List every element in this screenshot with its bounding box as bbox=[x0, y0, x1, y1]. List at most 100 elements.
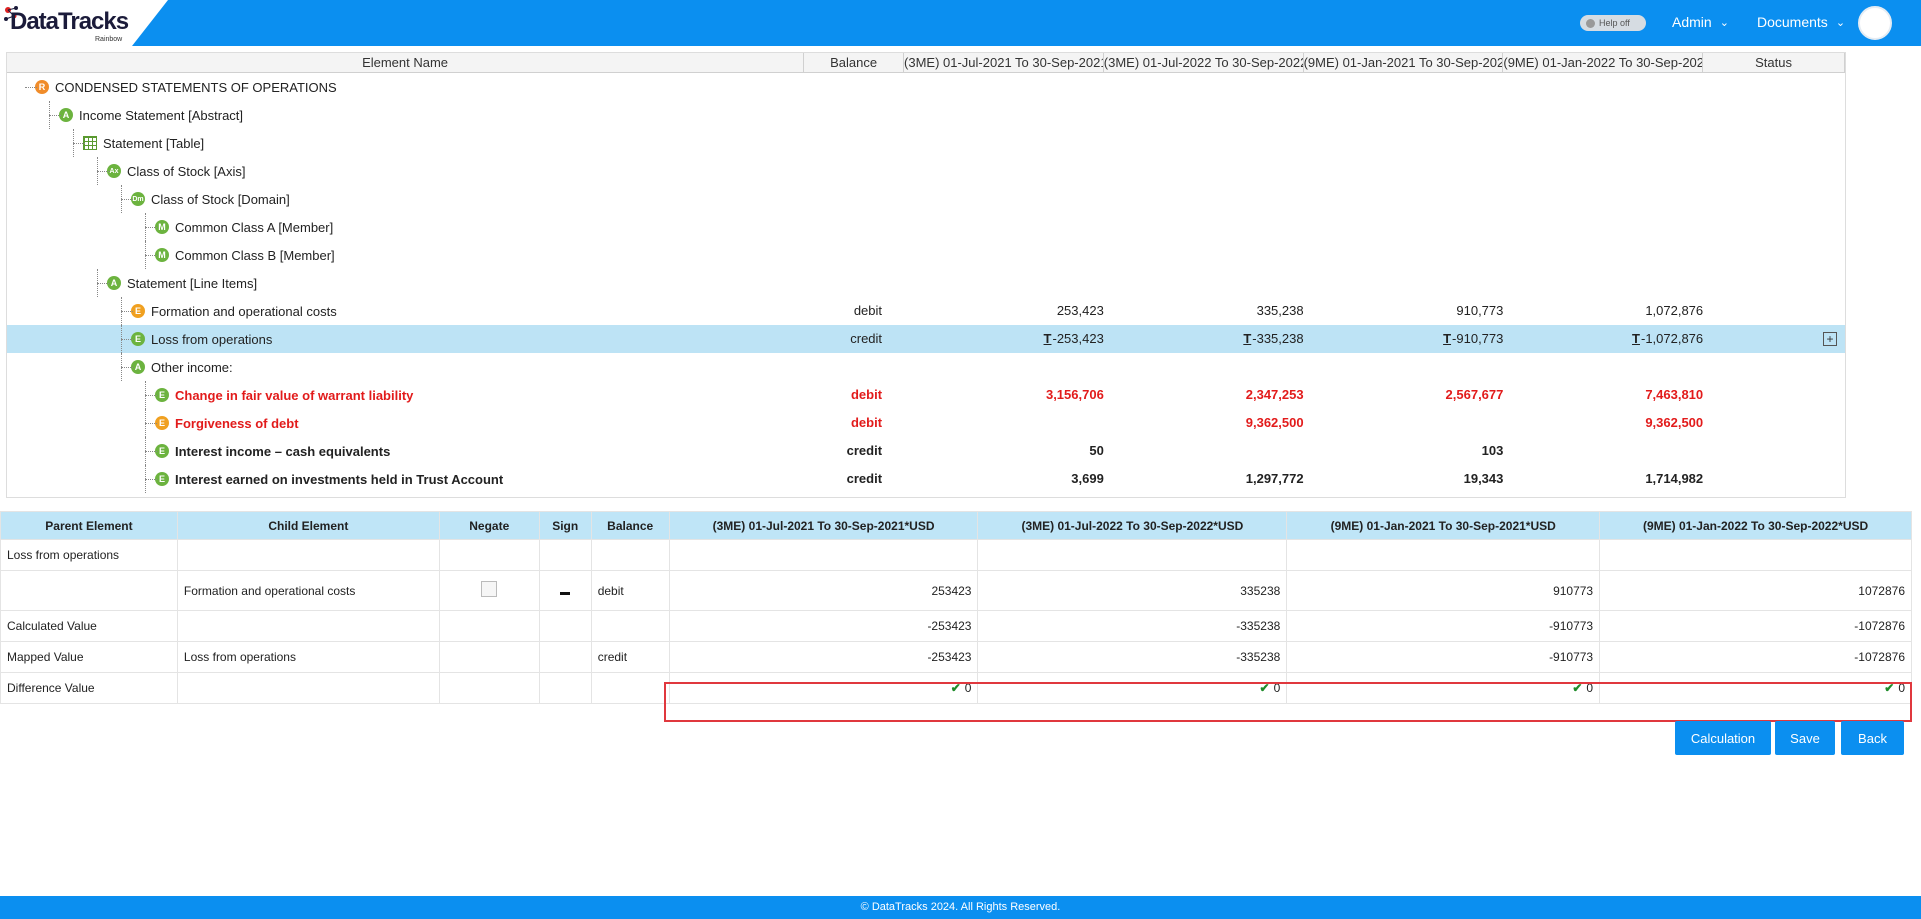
tree-value-cell[interactable]: 19,343 bbox=[1304, 465, 1504, 493]
tree-value-cell[interactable] bbox=[1304, 73, 1504, 101]
tree-value-cell[interactable] bbox=[904, 73, 1104, 101]
tree-value-cell[interactable] bbox=[1304, 157, 1504, 185]
calc-value-cell[interactable]: 335238 bbox=[977, 570, 1288, 611]
tree-value-cell[interactable] bbox=[1503, 269, 1703, 297]
tree-value-cell[interactable] bbox=[1503, 353, 1703, 381]
tree-value-cell[interactable] bbox=[1104, 157, 1304, 185]
tree-row[interactable]: A Statement [Line Items] bbox=[7, 269, 1845, 297]
tree-value-cell[interactable]: 7,463,810 bbox=[1503, 381, 1703, 409]
tree-value-cell[interactable] bbox=[1104, 437, 1304, 465]
tree-value-cell[interactable] bbox=[1503, 129, 1703, 157]
calc-value-cell[interactable]: 1072876 bbox=[1599, 570, 1912, 611]
tree-row[interactable]: E Forgiveness of debt debit 9,362,500 9,362,… bbox=[7, 409, 1845, 437]
help-toggle[interactable]: Help off bbox=[1580, 15, 1646, 31]
tree-value-cell[interactable]: 910,773 bbox=[1304, 297, 1503, 325]
tree-value-cell[interactable] bbox=[1104, 73, 1304, 101]
tree-node-label[interactable]: Common Class A [Member] bbox=[175, 220, 333, 235]
save-button[interactable]: Save bbox=[1775, 721, 1835, 755]
tree-node-label[interactable]: Class of Stock [Domain] bbox=[151, 192, 290, 207]
tree-node-label[interactable]: Class of Stock [Axis] bbox=[127, 164, 245, 179]
tree-row[interactable]: E Interest earned on investments held in … bbox=[7, 465, 1845, 493]
tree-node-label[interactable]: Other income: bbox=[151, 360, 233, 375]
tree-node-label[interactable]: CONDENSED STATEMENTS OF OPERATIONS bbox=[55, 80, 337, 95]
tree-value-cell[interactable] bbox=[1304, 409, 1504, 437]
tree-value-cell[interactable] bbox=[1104, 241, 1304, 269]
tree-col-header[interactable]: (9ME) 01-Jan-2022 To 30-Sep-2022 bbox=[1503, 53, 1704, 72]
tree-node-label[interactable]: Loss from operations bbox=[151, 332, 272, 347]
tree-col-header[interactable]: Status bbox=[1703, 53, 1845, 72]
tree-value-cell[interactable] bbox=[1304, 269, 1504, 297]
tree-row[interactable]: A Income Statement [Abstract] bbox=[7, 101, 1845, 129]
tree-row[interactable]: M Common Class A [Member] bbox=[7, 213, 1845, 241]
expand-plus-icon[interactable]: + bbox=[1823, 332, 1838, 346]
tree-value-cell[interactable] bbox=[1104, 213, 1304, 241]
tree-value-cell[interactable] bbox=[904, 213, 1104, 241]
tree-value-cell[interactable]: 9,362,500 bbox=[1503, 409, 1703, 437]
text-block-icon[interactable]: T bbox=[1443, 331, 1451, 346]
avatar[interactable] bbox=[1858, 6, 1892, 40]
tree-value-cell[interactable] bbox=[904, 409, 1104, 437]
tree-row[interactable]: Dm Class of Stock [Domain] bbox=[7, 185, 1845, 213]
text-block-icon[interactable]: T bbox=[1243, 331, 1251, 346]
tree-node-label[interactable]: Interest earned on investments held in T… bbox=[175, 472, 503, 487]
tree-row[interactable]: Ax Class of Stock [Axis] bbox=[7, 157, 1845, 185]
tree-value-cell[interactable] bbox=[1304, 353, 1504, 381]
tree-value-cell[interactable]: 9,362,500 bbox=[1104, 409, 1304, 437]
tree-value-cell[interactable] bbox=[904, 157, 1104, 185]
tree-value-cell[interactable] bbox=[904, 129, 1104, 157]
tree-value-cell[interactable] bbox=[1503, 185, 1703, 213]
tree-value-cell[interactable]: T-1,072,876 bbox=[1503, 325, 1703, 353]
tree-value-cell[interactable]: T-910,773 bbox=[1304, 325, 1503, 353]
tree-row[interactable]: Statement [Table] bbox=[7, 129, 1845, 157]
tree-col-header[interactable]: (9ME) 01-Jan-2021 To 30-Sep-2021 bbox=[1304, 53, 1504, 72]
tree-row[interactable]: E Interest income – cash equivalents credi… bbox=[7, 437, 1845, 465]
tree-value-cell[interactable] bbox=[1503, 213, 1703, 241]
tree-value-cell[interactable] bbox=[1104, 185, 1304, 213]
tree-value-cell[interactable]: 1,714,982 bbox=[1503, 465, 1703, 493]
tree-value-cell[interactable] bbox=[1104, 269, 1304, 297]
tree-value-cell[interactable]: 2,567,677 bbox=[1304, 381, 1504, 409]
tree-value-cell[interactable]: 253,423 bbox=[904, 297, 1104, 325]
tree-value-cell[interactable]: 3,699 bbox=[904, 465, 1104, 493]
tree-value-cell[interactable] bbox=[1304, 185, 1504, 213]
tree-row[interactable]: A Other income: bbox=[7, 353, 1845, 381]
tree-value-cell[interactable] bbox=[1304, 213, 1504, 241]
tree-col-header[interactable]: (3ME) 01-Jul-2022 To 30-Sep-2022 bbox=[1104, 53, 1304, 72]
tree-value-cell[interactable] bbox=[1104, 353, 1304, 381]
tree-col-header[interactable]: Element Name bbox=[7, 53, 805, 72]
tree-value-cell[interactable] bbox=[904, 269, 1104, 297]
tree-value-cell[interactable]: 50 bbox=[904, 437, 1103, 465]
back-button[interactable]: Back bbox=[1841, 721, 1904, 755]
tree-row[interactable]: E Formation and operational costs debit 253… bbox=[7, 297, 1845, 325]
tree-value-cell[interactable]: 2,347,253 bbox=[1104, 381, 1304, 409]
minus-sign-icon[interactable] bbox=[560, 591, 571, 595]
calc-value-cell[interactable]: 253423 bbox=[668, 570, 979, 611]
tree-value-cell[interactable] bbox=[904, 241, 1104, 269]
tree-value-cell[interactable] bbox=[1304, 101, 1504, 129]
tree-node-label[interactable]: Common Class B [Member] bbox=[175, 248, 335, 263]
tree-col-header[interactable]: (3ME) 01-Jul-2021 To 30-Sep-2021 bbox=[904, 53, 1104, 72]
tree-node-label[interactable]: Statement [Table] bbox=[103, 136, 204, 151]
tree-node-label[interactable]: Interest income – cash equivalents bbox=[175, 444, 390, 459]
tree-value-cell[interactable]: T-335,238 bbox=[1104, 325, 1303, 353]
text-block-icon[interactable]: T bbox=[1632, 331, 1640, 346]
tree-value-cell[interactable]: 103 bbox=[1304, 437, 1504, 465]
negate-checkbox[interactable] bbox=[481, 581, 498, 597]
tree-row[interactable]: M Common Class B [Member] bbox=[7, 241, 1845, 269]
tree-value-cell[interactable] bbox=[1104, 101, 1304, 129]
tree-value-cell[interactable] bbox=[1503, 241, 1703, 269]
admin-menu[interactable]: Admin ⌄ bbox=[1672, 14, 1729, 30]
tree-node-label[interactable]: Income Statement [Abstract] bbox=[79, 108, 243, 123]
tree-row[interactable]: R CONDENSED STATEMENTS OF OPERATIONS bbox=[7, 73, 1845, 101]
tree-value-cell[interactable]: 1,297,772 bbox=[1104, 465, 1304, 493]
calc-value-cell[interactable]: 910773 bbox=[1286, 570, 1601, 611]
tree-value-cell[interactable] bbox=[904, 101, 1104, 129]
text-block-icon[interactable]: T bbox=[1044, 331, 1052, 346]
documents-menu[interactable]: Documents ⌄ bbox=[1757, 14, 1845, 30]
tree-row[interactable]: E Loss from operations credit T-253,423 T-33… bbox=[7, 325, 1845, 353]
tree-node-label[interactable]: Formation and operational costs bbox=[151, 304, 337, 319]
tree-value-cell[interactable] bbox=[904, 353, 1104, 381]
tree-value-cell[interactable] bbox=[1304, 241, 1504, 269]
calculation-button[interactable]: Calculation bbox=[1675, 721, 1771, 755]
tree-value-cell[interactable] bbox=[1503, 437, 1703, 465]
